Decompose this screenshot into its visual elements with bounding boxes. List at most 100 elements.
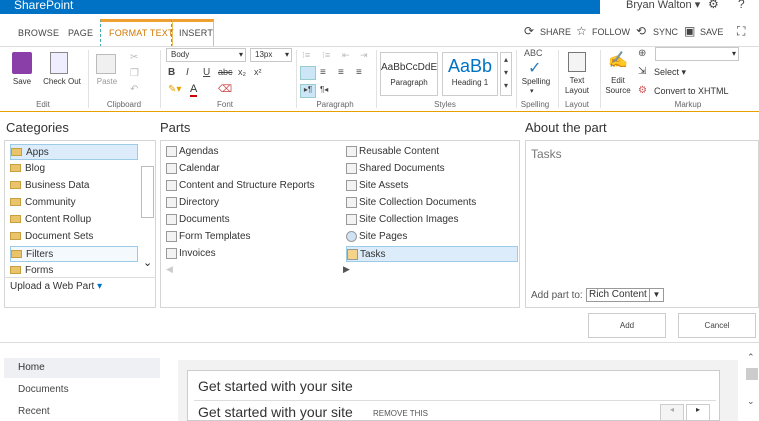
chevron-down-icon[interactable]: ▾ <box>530 87 534 97</box>
add-part-to-select[interactable]: Rich Content ▼ <box>586 288 664 302</box>
numbering-icon[interactable]: ⁝≡ <box>322 50 330 61</box>
category-item[interactable]: Filters <box>10 246 138 262</box>
user-menu[interactable]: Bryan Walton ▾ <box>626 0 700 11</box>
copy-icon[interactable]: ❐ <box>130 68 139 79</box>
tab-insert[interactable]: INSERT <box>179 28 213 38</box>
prev-arrow-icon[interactable]: ◂ <box>660 404 684 421</box>
rtl-icon[interactable]: ¶◂ <box>320 85 328 94</box>
categories-scrollbar[interactable] <box>141 166 154 218</box>
save-page-button[interactable]: SAVE <box>700 27 723 37</box>
share-button[interactable]: SHARE <box>540 27 571 37</box>
arrow-right-icon[interactable]: ▶ <box>343 264 350 275</box>
subscript-icon[interactable]: x₂ <box>238 67 246 77</box>
save-ribbon-button[interactable]: Save <box>8 77 36 87</box>
scrollbar-thumb[interactable] <box>746 368 758 380</box>
brand-label[interactable]: SharePoint <box>14 0 73 12</box>
part-item[interactable]: Calendar <box>166 161 338 177</box>
upload-web-part-link[interactable]: Upload a Web Part ▾ <box>10 281 102 292</box>
select-button[interactable]: Select ▾ <box>654 67 686 78</box>
font-size-select[interactable]: 13px ▾ <box>250 48 292 62</box>
scroll-up-icon[interactable]: ⌃ <box>747 352 755 363</box>
bullets-icon[interactable]: ⁝≡ <box>302 50 310 61</box>
part-item[interactable]: Site Assets <box>346 178 518 194</box>
nav-documents[interactable]: Documents <box>18 384 69 395</box>
sync-button[interactable]: SYNC <box>653 27 678 37</box>
convert-xhtml-button[interactable]: Convert to XHTML <box>654 86 729 96</box>
category-item[interactable]: Business Data <box>10 178 138 194</box>
focus-icon[interactable]: ⛶ <box>737 24 745 39</box>
font-color-icon[interactable]: A <box>190 83 198 97</box>
part-item[interactable]: Site Collection Documents <box>346 195 518 211</box>
part-item[interactable]: Reusable Content <box>346 144 518 160</box>
cut-icon[interactable]: ✂ <box>130 52 138 63</box>
markup-styles-select[interactable]: ▾ <box>655 47 739 61</box>
italic-icon[interactable]: I <box>186 67 189 78</box>
help-icon[interactable]: ? <box>738 0 745 11</box>
part-item[interactable]: Form Templates <box>166 229 338 245</box>
part-item[interactable]: Content and Structure Reports <box>166 178 338 194</box>
part-label: Site Collection Images <box>359 214 459 225</box>
part-item[interactable]: Invoices <box>166 246 338 262</box>
divider <box>0 342 759 343</box>
group-label-edit: Edit <box>36 100 50 109</box>
tab-page[interactable]: PAGE <box>68 28 93 38</box>
part-item[interactable]: Directory <box>166 195 338 211</box>
edit-source-button[interactable]: Edit Source <box>603 76 633 96</box>
calendar-icon <box>166 162 177 174</box>
bold-icon[interactable]: B <box>168 67 175 78</box>
scroll-down-icon[interactable]: ⌄ <box>747 396 755 407</box>
ltr-icon[interactable]: ▸¶ <box>300 84 316 98</box>
category-item[interactable]: Blog <box>10 161 138 177</box>
nav-home[interactable]: Home <box>18 362 45 373</box>
nav-recent[interactable]: Recent <box>18 406 50 417</box>
part-item-selected[interactable]: Tasks <box>346 246 518 262</box>
parts-list-col1: Agendas Calendar Content and Structure R… <box>166 144 338 262</box>
category-item[interactable]: Community <box>10 195 138 211</box>
text-layout-button[interactable]: Text Layout <box>562 76 592 96</box>
styles-scroll[interactable]: ▴ ▾ ▾ <box>500 52 512 96</box>
part-label: Site Assets <box>359 180 409 191</box>
gear-icon[interactable]: ⚙ <box>708 0 719 11</box>
part-item[interactable]: Documents <box>166 212 338 228</box>
undo-icon[interactable]: ↶ <box>130 84 138 95</box>
align-left-icon[interactable] <box>300 66 316 80</box>
add-button[interactable]: Add <box>588 313 666 338</box>
superscript-icon[interactable]: x² <box>254 67 262 77</box>
remove-this-link[interactable]: REMOVE THIS <box>373 409 428 418</box>
strikethrough-icon[interactable]: abc <box>218 67 233 77</box>
underline-icon[interactable]: U <box>203 67 210 78</box>
category-item[interactable]: Document Sets <box>10 229 138 245</box>
align-center-icon[interactable]: ≡ <box>320 67 326 78</box>
highlight-color-icon[interactable]: ✎▾ <box>168 84 181 95</box>
chevron-down-icon[interactable]: ⌄ <box>143 256 152 269</box>
divider <box>4 277 156 278</box>
document-library-icon <box>346 162 357 174</box>
style-heading-1[interactable]: AaBb Heading 1 <box>442 52 498 96</box>
align-right-icon[interactable]: ≡ <box>338 67 344 78</box>
clear-format-icon[interactable]: ⌫ <box>218 84 232 95</box>
category-item[interactable]: Content Rollup <box>10 212 138 228</box>
part-item[interactable]: Site Pages <box>346 229 518 245</box>
font-family-select[interactable]: Body ▾ <box>166 48 246 62</box>
next-arrow-icon[interactable]: ▸ <box>686 404 710 421</box>
category-label: Document Sets <box>25 231 94 242</box>
justify-icon[interactable]: ≡ <box>356 67 362 78</box>
part-item[interactable]: Shared Documents <box>346 161 518 177</box>
part-item[interactable]: Agendas <box>166 144 338 160</box>
spelling-button[interactable]: Spelling <box>518 77 554 87</box>
cancel-button[interactable]: Cancel <box>678 313 756 338</box>
part-item[interactable]: Site Collection Images <box>346 212 518 228</box>
check-out-button[interactable]: Check Out <box>40 77 84 87</box>
tab-format-text[interactable]: FORMAT TEXT <box>109 28 174 38</box>
folder-icon <box>10 232 21 241</box>
tab-browse[interactable]: BROWSE <box>18 28 59 38</box>
category-item[interactable]: Apps <box>10 144 138 160</box>
style-paragraph[interactable]: AaBbCcDdE Paragraph <box>380 52 438 96</box>
paste-button[interactable]: Paste <box>94 77 120 87</box>
follow-button[interactable]: FOLLOW <box>592 27 630 37</box>
language-icon[interactable]: ⊕ <box>638 48 646 59</box>
divider <box>558 50 559 108</box>
arrow-left-icon[interactable]: ◀ <box>166 264 173 275</box>
indent-icon[interactable]: ⇥ <box>360 50 368 61</box>
outdent-icon[interactable]: ⇤ <box>342 50 350 61</box>
